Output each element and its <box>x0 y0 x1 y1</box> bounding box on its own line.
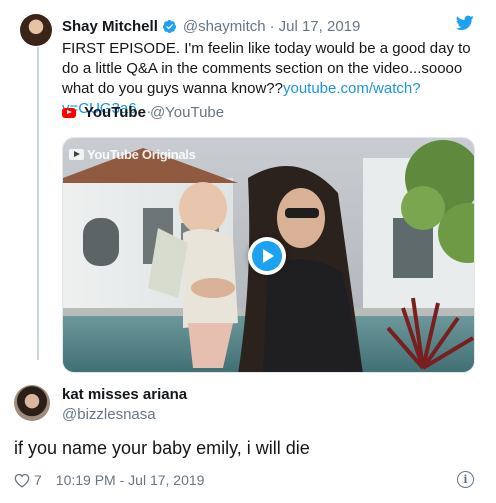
original-tweet-header: Shay Mitchell @shaymitch · Jul 17, 2019 <box>62 16 360 36</box>
original-author-name[interactable]: Shay Mitchell <box>62 18 158 35</box>
like-count[interactable]: 7 <box>34 472 42 488</box>
reply-tweet-text: if you name your baby emily, i will die <box>14 438 310 458</box>
thread-connector-line <box>37 47 39 360</box>
verified-badge-icon <box>162 19 176 33</box>
original-author-avatar[interactable] <box>20 14 52 46</box>
header-separator: · <box>269 17 275 35</box>
reply-author-avatar[interactable] <box>14 385 50 421</box>
info-icon[interactable]: i <box>457 471 474 488</box>
original-tweet-date[interactable]: Jul 17, 2019 <box>279 18 361 35</box>
reply-author-name[interactable]: kat misses ariana <box>62 386 187 403</box>
quoted-source-handle[interactable]: @YouTube <box>150 104 224 121</box>
quoted-source-header[interactable]: YouTube @YouTube <box>62 104 224 121</box>
quoted-source-name[interactable]: YouTube <box>84 104 146 121</box>
original-author-handle[interactable]: @shaymitch <box>183 18 266 35</box>
reply-footer: 7 10:19 PM - Jul 17, 2019 <box>14 472 204 488</box>
reply-author-handle[interactable]: @bizzlesnasa <box>62 406 156 423</box>
youtube-originals-logo-icon <box>69 149 84 160</box>
reply-timestamp[interactable]: 10:19 PM - Jul 17, 2019 <box>56 472 205 488</box>
youtube-originals-overlay: YouTube Originals <box>69 147 196 162</box>
play-button[interactable] <box>248 237 286 275</box>
heart-icon[interactable] <box>14 473 30 488</box>
youtube-logo-icon <box>62 107 76 118</box>
play-icon <box>252 241 282 271</box>
youtube-originals-text: YouTube Originals <box>87 147 196 162</box>
twitter-bird-icon[interactable] <box>456 15 474 31</box>
video-thumbnail[interactable]: YouTube Originals <box>62 137 475 373</box>
